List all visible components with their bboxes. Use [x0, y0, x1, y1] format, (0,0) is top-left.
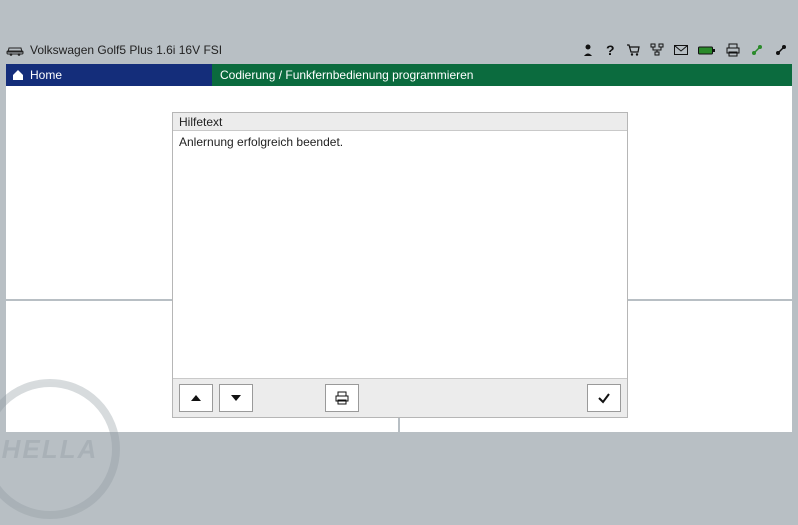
print-icon — [335, 391, 349, 405]
home-label: Home — [30, 68, 62, 82]
panel-header: Hilfetext — [173, 113, 627, 131]
home-icon — [12, 69, 24, 81]
header-bars: Home Codierung / Funkfernbedienung progr… — [6, 64, 792, 86]
connection-device-icon[interactable] — [774, 43, 788, 57]
home-bar[interactable]: Home — [6, 64, 212, 86]
panel-body: Anlernung erfolgreich beendet. — [173, 131, 627, 379]
cart-icon[interactable] — [626, 43, 640, 57]
vehicle-label: Volkswagen Golf5 Plus 1.6i 16V FSI — [30, 43, 222, 57]
top-status-bar: Volkswagen Golf5 Plus 1.6i 16V FSI ? — [6, 38, 792, 62]
print-icon[interactable] — [726, 43, 740, 57]
print-button[interactable] — [325, 384, 359, 412]
vehicle-row: Volkswagen Golf5 Plus 1.6i 16V FSI — [6, 43, 222, 57]
chevron-down-icon — [230, 393, 242, 403]
help-panel: Hilfetext Anlernung erfolgreich beendet. — [172, 112, 628, 418]
top-icons: ? — [582, 43, 792, 57]
car-icon — [6, 44, 24, 56]
confirm-button[interactable] — [587, 384, 621, 412]
connection-ok-icon[interactable] — [750, 43, 764, 57]
chevron-up-icon — [190, 393, 202, 403]
diag-tree-icon[interactable] — [650, 43, 664, 57]
title-bar: Codierung / Funkfernbedienung programmie… — [212, 64, 792, 86]
battery-icon[interactable] — [698, 45, 716, 56]
help-icon[interactable]: ? — [604, 43, 616, 57]
mail-icon[interactable] — [674, 45, 688, 56]
svg-text:?: ? — [606, 43, 615, 57]
down-button[interactable] — [219, 384, 253, 412]
person-icon[interactable] — [582, 43, 594, 57]
panel-toolbar — [173, 378, 627, 417]
up-button[interactable] — [179, 384, 213, 412]
check-icon — [597, 391, 611, 405]
brand-text: HELLA — [2, 434, 99, 465]
page-title: Codierung / Funkfernbedienung programmie… — [220, 68, 473, 82]
